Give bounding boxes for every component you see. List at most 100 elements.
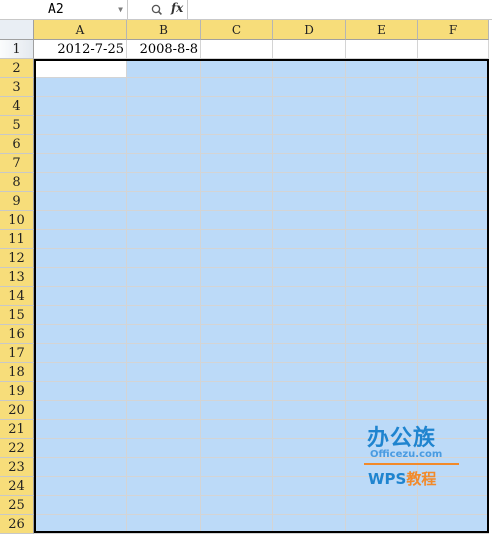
cell-d7[interactable] — [273, 154, 346, 173]
cell-b7[interactable] — [127, 154, 201, 173]
row-header-2[interactable]: 2 — [0, 59, 34, 78]
row-header-10[interactable]: 10 — [0, 211, 34, 230]
cell-e2[interactable] — [346, 59, 418, 78]
cell-a5[interactable] — [34, 116, 127, 135]
cell-b13[interactable] — [127, 268, 201, 287]
cell-e18[interactable] — [346, 363, 418, 382]
cell-e1[interactable] — [346, 40, 418, 59]
column-header-d[interactable]: D — [273, 20, 346, 40]
cell-c20[interactable] — [201, 401, 273, 420]
name-box-dropdown-icon[interactable]: ▼ — [118, 0, 123, 20]
cell-c26[interactable] — [201, 515, 273, 534]
cell-d11[interactable] — [273, 230, 346, 249]
cell-d8[interactable] — [273, 173, 346, 192]
row-header-5[interactable]: 5 — [0, 116, 34, 135]
cell-d13[interactable] — [273, 268, 346, 287]
cell-e12[interactable] — [346, 249, 418, 268]
cell-f17[interactable] — [418, 344, 489, 363]
cell-b21[interactable] — [127, 420, 201, 439]
cell-f10[interactable] — [418, 211, 489, 230]
cell-a21[interactable] — [34, 420, 127, 439]
cell-b6[interactable] — [127, 135, 201, 154]
cell-c7[interactable] — [201, 154, 273, 173]
cell-c19[interactable] — [201, 382, 273, 401]
cell-a20[interactable] — [34, 401, 127, 420]
cell-c16[interactable] — [201, 325, 273, 344]
cell-d21[interactable] — [273, 420, 346, 439]
cell-d20[interactable] — [273, 401, 346, 420]
cell-b18[interactable] — [127, 363, 201, 382]
cell-f16[interactable] — [418, 325, 489, 344]
cell-c4[interactable] — [201, 97, 273, 116]
row-header-11[interactable]: 11 — [0, 230, 34, 249]
row-header-18[interactable]: 18 — [0, 363, 34, 382]
cell-d2[interactable] — [273, 59, 346, 78]
row-header-23[interactable]: 23 — [0, 458, 34, 477]
cell-d5[interactable] — [273, 116, 346, 135]
cell-a24[interactable] — [34, 477, 127, 496]
cell-b12[interactable] — [127, 249, 201, 268]
cell-e13[interactable] — [346, 268, 418, 287]
cell-f11[interactable] — [418, 230, 489, 249]
cell-c22[interactable] — [201, 439, 273, 458]
cell-a9[interactable] — [34, 192, 127, 211]
cell-b5[interactable] — [127, 116, 201, 135]
cell-d4[interactable] — [273, 97, 346, 116]
column-header-c[interactable]: C — [201, 20, 273, 40]
row-header-20[interactable]: 20 — [0, 401, 34, 420]
cell-b10[interactable] — [127, 211, 201, 230]
cell-d10[interactable] — [273, 211, 346, 230]
insert-function-icon[interactable]: fx — [171, 1, 183, 15]
formula-input[interactable] — [188, 0, 492, 20]
cell-f3[interactable] — [418, 78, 489, 97]
cell-d6[interactable] — [273, 135, 346, 154]
cell-a26[interactable] — [34, 515, 127, 534]
cell-a23[interactable] — [34, 458, 127, 477]
cell-b20[interactable] — [127, 401, 201, 420]
cell-f2[interactable] — [418, 59, 489, 78]
cell-b15[interactable] — [127, 306, 201, 325]
cell-a12[interactable] — [34, 249, 127, 268]
cell-e3[interactable] — [346, 78, 418, 97]
row-header-13[interactable]: 13 — [0, 268, 34, 287]
cell-f5[interactable] — [418, 116, 489, 135]
cell-a8[interactable] — [34, 173, 127, 192]
cell-a15[interactable] — [34, 306, 127, 325]
cell-d19[interactable] — [273, 382, 346, 401]
cell-e11[interactable] — [346, 230, 418, 249]
cell-e8[interactable] — [346, 173, 418, 192]
cell-c13[interactable] — [201, 268, 273, 287]
cell-e19[interactable] — [346, 382, 418, 401]
row-header-17[interactable]: 17 — [0, 344, 34, 363]
cell-b17[interactable] — [127, 344, 201, 363]
cell-a16[interactable] — [34, 325, 127, 344]
cell-d3[interactable] — [273, 78, 346, 97]
row-header-12[interactable]: 12 — [0, 249, 34, 268]
cell-d9[interactable] — [273, 192, 346, 211]
cell-b4[interactable] — [127, 97, 201, 116]
column-header-f[interactable]: F — [418, 20, 489, 40]
column-header-e[interactable]: E — [346, 20, 418, 40]
cell-b19[interactable] — [127, 382, 201, 401]
cell-f8[interactable] — [418, 173, 489, 192]
row-header-22[interactable]: 22 — [0, 439, 34, 458]
cell-c5[interactable] — [201, 116, 273, 135]
cell-a6[interactable] — [34, 135, 127, 154]
cell-d18[interactable] — [273, 363, 346, 382]
cell-d24[interactable] — [273, 477, 346, 496]
cell-b14[interactable] — [127, 287, 201, 306]
cell-b16[interactable] — [127, 325, 201, 344]
cell-f4[interactable] — [418, 97, 489, 116]
cell-f13[interactable] — [418, 268, 489, 287]
cell-a2[interactable] — [34, 59, 127, 78]
cell-a14[interactable] — [34, 287, 127, 306]
cell-d1[interactable] — [273, 40, 346, 59]
cell-b23[interactable] — [127, 458, 201, 477]
row-header-6[interactable]: 6 — [0, 135, 34, 154]
cell-d12[interactable] — [273, 249, 346, 268]
cell-f6[interactable] — [418, 135, 489, 154]
cell-d15[interactable] — [273, 306, 346, 325]
cell-e6[interactable] — [346, 135, 418, 154]
cell-d16[interactable] — [273, 325, 346, 344]
row-header-16[interactable]: 16 — [0, 325, 34, 344]
